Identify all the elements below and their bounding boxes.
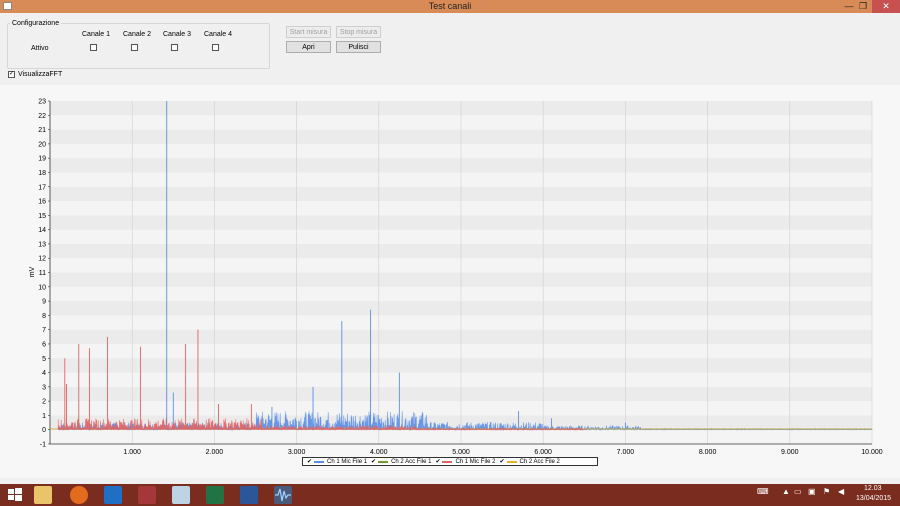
legend-item-ch1-mic-file2[interactable]: ✔ Ch 1 Mic File 2 bbox=[435, 458, 496, 466]
legend-check-icon[interactable]: ✔ bbox=[371, 458, 376, 465]
x-tick-label: 1.000 bbox=[123, 449, 141, 456]
y-tick-label: 12 bbox=[38, 256, 46, 263]
y-tick-label: 15 bbox=[38, 213, 46, 220]
outlook-icon[interactable] bbox=[104, 486, 122, 504]
y-tick-label: 13 bbox=[38, 241, 46, 248]
y-tick-label: 18 bbox=[38, 170, 46, 177]
clock-time[interactable]: 12.03 bbox=[864, 485, 882, 492]
legend-label: Ch 1 Mic File 1 bbox=[327, 458, 368, 465]
y-tick-label: 4 bbox=[42, 370, 46, 377]
access-icon[interactable] bbox=[138, 486, 156, 504]
y-tick-label: 10 bbox=[38, 284, 46, 291]
y-tick-label: 7 bbox=[42, 327, 46, 334]
flag-icon[interactable]: ⚑ bbox=[823, 487, 830, 496]
x-tick-label: 9.000 bbox=[781, 449, 799, 456]
y-tick-label: 21 bbox=[38, 127, 46, 134]
y-tick-label: 9 bbox=[42, 299, 46, 306]
x-tick-label: 3.000 bbox=[288, 449, 306, 456]
x-tick-label: 2.000 bbox=[206, 449, 224, 456]
x-tick-label: 8.000 bbox=[699, 449, 717, 456]
legend-item-ch1-mic-file1[interactable]: ✔ Ch 1 Mic File 1 bbox=[307, 458, 368, 466]
y-tick-label: 14 bbox=[38, 227, 46, 234]
x-tick-label: 6.000 bbox=[534, 449, 552, 456]
legend-label: Ch 2 Acc File 1 bbox=[391, 458, 432, 465]
legend-item-ch2-acc-file2[interactable]: ✔ Ch 2 Acc File 2 bbox=[499, 458, 560, 466]
y-tick-label: 3 bbox=[42, 384, 46, 391]
notepad-icon[interactable] bbox=[172, 486, 190, 504]
y-tick-label: 16 bbox=[38, 199, 46, 206]
y-tick-label: 23 bbox=[38, 99, 46, 106]
x-tick-label: 5.000 bbox=[452, 449, 470, 456]
x-tick-label: 10.000 bbox=[861, 449, 883, 456]
y-tick-label: 2 bbox=[42, 399, 46, 406]
chart-legend: ✔ Ch 1 Mic File 1 ✔ Ch 2 Acc File 1 ✔ Ch… bbox=[302, 457, 598, 466]
y-tick-label: 0 bbox=[42, 427, 46, 434]
legend-swatch bbox=[506, 460, 517, 463]
x-tick-label: 4.000 bbox=[370, 449, 388, 456]
y-tick-label: 6 bbox=[42, 341, 46, 348]
y-tick-label: -1 bbox=[40, 442, 46, 449]
word-icon[interactable] bbox=[240, 486, 258, 504]
y-tick-label: 1 bbox=[42, 413, 46, 420]
excel-icon[interactable] bbox=[206, 486, 224, 504]
clock-date[interactable]: 13/04/2015 bbox=[856, 495, 891, 502]
legend-swatch bbox=[314, 460, 325, 463]
network-icon[interactable]: ▣ bbox=[808, 487, 816, 496]
volume-icon[interactable]: ◀ bbox=[838, 487, 844, 496]
legend-item-ch2-acc-file1[interactable]: ✔ Ch 2 Acc File 1 bbox=[371, 458, 432, 466]
legend-check-icon[interactable]: ✔ bbox=[435, 458, 440, 465]
waveform-app-icon[interactable] bbox=[274, 486, 292, 504]
keyboard-icon[interactable]: ⌨ bbox=[757, 487, 769, 496]
y-axis-label: mV bbox=[29, 266, 36, 277]
start-icon[interactable] bbox=[6, 486, 24, 504]
y-tick-label: 8 bbox=[42, 313, 46, 320]
legend-check-icon[interactable]: ✔ bbox=[499, 458, 504, 465]
legend-check-icon[interactable]: ✔ bbox=[307, 458, 312, 465]
legend-swatch bbox=[378, 460, 389, 463]
fft-chart: -101234567891011121314151617181920212223… bbox=[29, 99, 883, 457]
explorer-icon[interactable] bbox=[34, 486, 52, 504]
y-tick-label: 11 bbox=[39, 270, 46, 277]
y-tick-label: 20 bbox=[38, 141, 46, 148]
x-tick-label: 7.000 bbox=[617, 449, 635, 456]
battery-icon[interactable]: ▭ bbox=[794, 487, 802, 496]
y-tick-label: 5 bbox=[42, 356, 46, 363]
tray-expand-icon[interactable]: ▲ bbox=[782, 487, 790, 496]
y-tick-label: 17 bbox=[38, 184, 46, 191]
legend-swatch bbox=[442, 460, 453, 463]
legend-label: Ch 1 Mic File 2 bbox=[455, 458, 496, 465]
y-tick-label: 22 bbox=[38, 113, 46, 120]
firefox-icon[interactable] bbox=[70, 486, 88, 504]
y-tick-label: 19 bbox=[38, 156, 46, 163]
legend-label: Ch 2 Acc File 2 bbox=[519, 458, 560, 465]
